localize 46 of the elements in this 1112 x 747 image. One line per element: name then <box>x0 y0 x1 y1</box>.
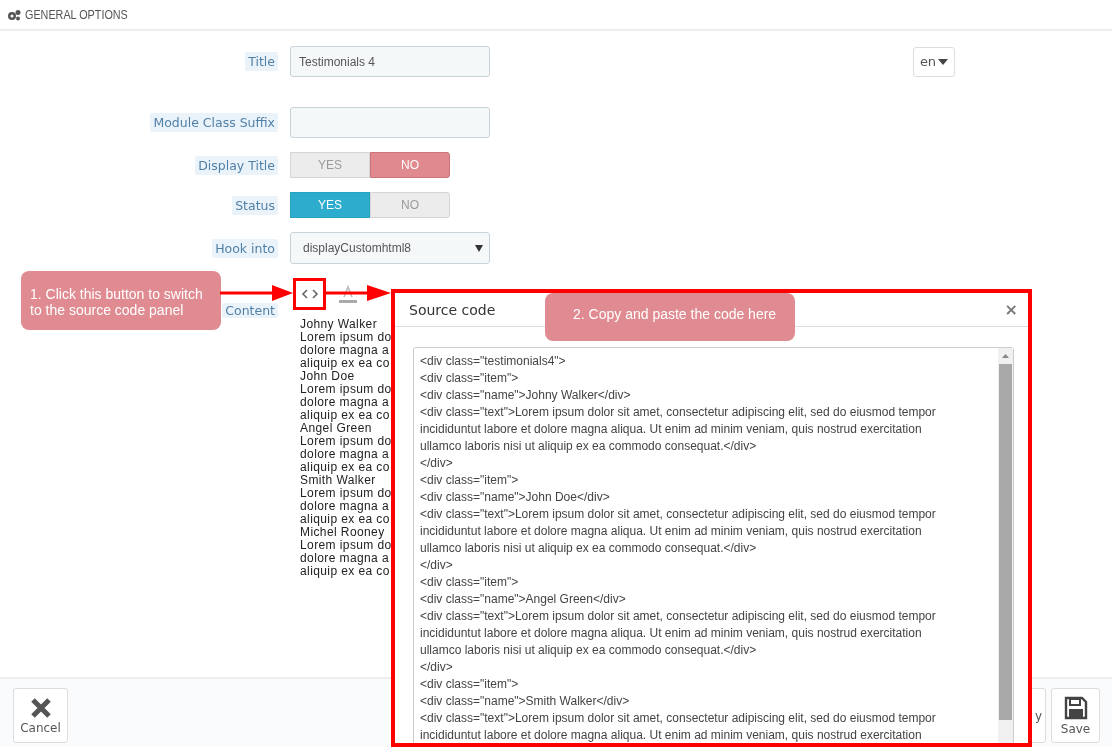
callout-note: 1. Click this button to switch to the source code panel <box>21 271 221 330</box>
save-icon <box>1063 695 1088 720</box>
code-icon <box>300 288 319 300</box>
content-line: dolore magna a <box>300 344 389 357</box>
select-dropdown[interactable]: displayCustomhtml8 <box>290 232 490 264</box>
source-code-button[interactable] <box>293 278 326 310</box>
content-line: aliquip ex ea co <box>300 409 390 422</box>
content-line: dolore magna a <box>300 500 389 513</box>
field-label: Module Class Suffix <box>150 113 278 132</box>
content-line: Lorem ipsum do <box>300 383 392 396</box>
text-color-icon[interactable] <box>338 284 358 304</box>
gears-icon <box>6 8 22 21</box>
content-line: Johny Walker <box>300 318 378 331</box>
field-label: Content <box>222 303 278 318</box>
dialog-title: Source code <box>409 301 496 318</box>
content-line: Michel Rooney <box>300 526 385 539</box>
content-line: Lorem ipsum do <box>300 539 392 552</box>
save-button[interactable]: Save <box>1051 688 1100 743</box>
content-line: Lorem ipsum do <box>300 435 392 448</box>
content-line: dolore magna a <box>300 552 389 565</box>
content-line: John Doe <box>300 370 355 383</box>
content-line: aliquip ex ea co <box>300 513 390 526</box>
language-dropdown[interactable]: en <box>913 46 955 77</box>
content-line: aliquip ex ea co <box>300 357 390 370</box>
caret-icon <box>475 244 483 252</box>
content-line: dolore magna a <box>300 448 389 461</box>
close-icon <box>29 696 52 719</box>
panel-title: GENERAL OPTIONS <box>25 7 128 22</box>
text-field[interactable]: Testimonials 4 <box>290 46 490 77</box>
callout-note: 2. Copy and paste the code here <box>545 293 795 341</box>
content-line: aliquip ex ea co <box>300 565 390 578</box>
close-button[interactable]: × <box>1004 300 1018 319</box>
field-label: Hook into <box>212 238 278 258</box>
scrollbar[interactable] <box>998 348 1013 743</box>
content-line: Angel Green <box>300 422 372 435</box>
field-label: Display Title <box>195 155 278 175</box>
content-line: Lorem ipsum do <box>300 487 392 500</box>
content-line: aliquip ex ea co <box>300 461 390 474</box>
content-line: Smith Walker <box>300 474 376 487</box>
field-label: Title <box>245 52 278 71</box>
text-field[interactable] <box>290 107 490 138</box>
field-label: Status <box>232 195 278 215</box>
caret-icon <box>938 58 949 65</box>
content-line: Lorem ipsum do <box>300 331 392 344</box>
content-line: dolore magna a <box>300 396 389 409</box>
cancel-button[interactable]: Cancel <box>13 688 68 743</box>
